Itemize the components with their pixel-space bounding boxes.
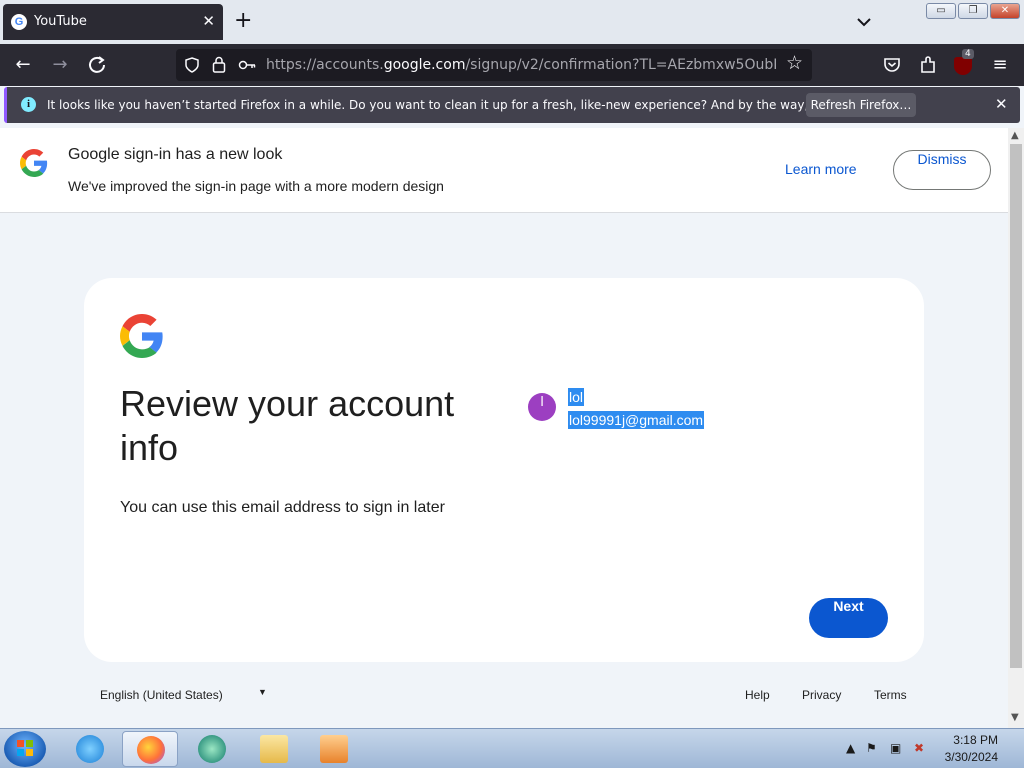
network-icon[interactable]: ▣ bbox=[890, 741, 901, 755]
tab-youtube[interactable]: G YouTube ✕ bbox=[3, 4, 223, 40]
system-tray: ▲ ⚑ ▣ ✖ 3:18 PM 3/30/2024 bbox=[840, 729, 1024, 768]
refresh-firefox-button[interactable]: Refresh Firefox… bbox=[806, 93, 916, 117]
notification-close-icon[interactable]: ✕ bbox=[995, 95, 1008, 113]
help-link[interactable]: Help bbox=[745, 688, 770, 702]
taskbar-media-player[interactable] bbox=[306, 731, 362, 767]
padlock-icon[interactable] bbox=[212, 56, 226, 73]
ublock-origin-icon[interactable]: 4 bbox=[954, 49, 974, 75]
bookmark-star-icon[interactable]: ☆ bbox=[786, 52, 803, 74]
navigation-toolbar: ← → https://accounts.google.com/signup/v… bbox=[0, 44, 1024, 86]
key-icon[interactable] bbox=[238, 58, 256, 72]
dismiss-button[interactable]: Dismiss bbox=[893, 150, 991, 190]
google-logo-icon bbox=[120, 314, 163, 358]
banner-title: Google sign-in has a new look bbox=[68, 146, 283, 163]
clock-time[interactable]: 3:18 PM bbox=[938, 733, 998, 747]
list-all-tabs-icon[interactable] bbox=[854, 12, 874, 32]
dropdown-caret-icon[interactable]: ▼ bbox=[258, 687, 267, 697]
tab-title: YouTube bbox=[34, 14, 87, 29]
media-player-icon bbox=[320, 735, 348, 763]
url-path: /signup/v2/confirmation?TL=AEzbmxw5OubF-… bbox=[465, 57, 776, 73]
pocket-icon[interactable] bbox=[882, 55, 902, 75]
action-center-flag-icon[interactable]: ⚑ bbox=[866, 741, 877, 755]
extension-badge: 4 bbox=[962, 49, 974, 59]
firefox-icon bbox=[137, 736, 165, 764]
hamburger-menu-icon[interactable]: ≡ bbox=[989, 54, 1011, 76]
tab-close-icon[interactable]: ✕ bbox=[202, 12, 215, 30]
extensions-puzzle-icon[interactable] bbox=[918, 55, 938, 75]
notification-message: It looks like you haven’t started Firefo… bbox=[47, 98, 903, 112]
taskbar-app[interactable] bbox=[184, 731, 240, 767]
new-tab-button[interactable]: + bbox=[234, 8, 252, 34]
tracking-shield-icon[interactable] bbox=[184, 57, 200, 73]
url-domain: google.com bbox=[383, 57, 466, 73]
terms-link[interactable]: Terms bbox=[874, 688, 907, 702]
forward-arrow-icon[interactable]: → bbox=[49, 54, 71, 76]
scrollbar-thumb[interactable] bbox=[1010, 144, 1022, 668]
clock-date[interactable]: 3/30/2024 bbox=[938, 750, 998, 764]
learn-more-link[interactable]: Learn more bbox=[785, 161, 857, 177]
page-footer: English (United States) ▼ Help Privacy T… bbox=[0, 684, 1008, 708]
folder-icon bbox=[260, 735, 288, 763]
page-viewport: Google sign-in has a new look We've impr… bbox=[0, 128, 1008, 728]
window-restore-button[interactable]: ❐ bbox=[958, 3, 988, 19]
app-icon bbox=[198, 735, 226, 763]
show-hidden-icons-icon[interactable]: ▲ bbox=[846, 741, 855, 755]
tab-strip: G YouTube ✕ + ▭ ❐ ✕ bbox=[0, 0, 1024, 44]
volume-muted-icon[interactable]: ✖ bbox=[914, 741, 924, 755]
new-look-banner: Google sign-in has a new look We've impr… bbox=[0, 128, 1008, 213]
scroll-up-arrow-icon[interactable]: ▲ bbox=[1011, 130, 1019, 141]
internet-explorer-icon bbox=[76, 735, 104, 763]
url-prefix: https://accounts. bbox=[266, 57, 384, 73]
google-logo-icon bbox=[20, 149, 48, 177]
scroll-down-arrow-icon[interactable]: ▼ bbox=[1011, 712, 1019, 723]
review-account-card: Review your account info You can use thi… bbox=[84, 278, 924, 662]
google-favicon-icon: G bbox=[11, 14, 27, 30]
taskbar-file-explorer[interactable] bbox=[246, 731, 302, 767]
taskbar-firefox[interactable] bbox=[122, 731, 178, 767]
page-title: Review your account info bbox=[120, 383, 455, 468]
avatar: l bbox=[528, 393, 556, 421]
account-email: lol99991j@gmail.com bbox=[568, 411, 705, 429]
url-bar[interactable]: https://accounts.google.com/signup/v2/co… bbox=[176, 49, 812, 81]
notification-bar: i It looks like you haven’t started Fire… bbox=[4, 87, 1020, 123]
start-button[interactable] bbox=[4, 731, 46, 767]
windows-taskbar: ▲ ⚑ ▣ ✖ 3:18 PM 3/30/2024 bbox=[0, 728, 1024, 768]
back-arrow-icon[interactable]: ← bbox=[12, 54, 34, 76]
page-subtext: You can use this email address to sign i… bbox=[120, 499, 445, 516]
info-icon: i bbox=[21, 97, 36, 112]
language-selector[interactable]: English (United States) bbox=[100, 688, 223, 702]
reload-icon[interactable] bbox=[86, 54, 108, 76]
next-button[interactable]: Next bbox=[809, 598, 888, 638]
account-name: lol bbox=[568, 388, 585, 406]
vertical-scrollbar[interactable]: ▲ ▼ bbox=[1008, 128, 1024, 728]
windows-logo-icon bbox=[17, 740, 33, 756]
privacy-link[interactable]: Privacy bbox=[802, 688, 841, 702]
taskbar-internet-explorer[interactable] bbox=[62, 731, 118, 767]
url-text[interactable]: https://accounts.google.com/signup/v2/co… bbox=[266, 57, 776, 73]
window-minimize-button[interactable]: ▭ bbox=[926, 3, 956, 19]
banner-subtitle: We've improved the sign-in page with a m… bbox=[68, 178, 444, 194]
window-close-button[interactable]: ✕ bbox=[990, 3, 1020, 19]
